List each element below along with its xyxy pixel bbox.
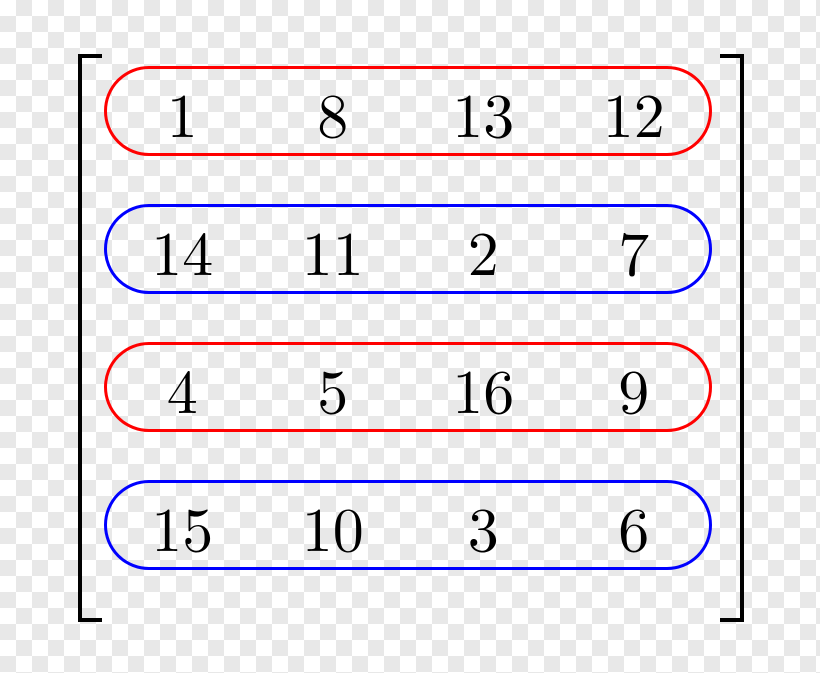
matrix-cell: 2	[408, 218, 559, 280]
matrix-cell: 6	[559, 494, 710, 556]
matrix-cell: 12	[559, 80, 710, 142]
matrix-cell: 14	[107, 218, 258, 280]
matrix-cell: 8	[258, 80, 409, 142]
matrix-cell: 7	[559, 218, 710, 280]
right-bracket	[720, 54, 744, 622]
matrix-cell: 5	[258, 356, 409, 418]
matrix-cell: 16	[408, 356, 559, 418]
left-bracket	[78, 54, 102, 622]
matrix-cell: 13	[408, 80, 559, 142]
matrix-cell: 9	[559, 356, 710, 418]
matrix-cell: 10	[258, 494, 409, 556]
matrix-row-4: 15 10 3 6	[104, 480, 712, 570]
matrix-cell: 4	[107, 356, 258, 418]
matrix-cell: 3	[408, 494, 559, 556]
matrix-cell: 11	[258, 218, 409, 280]
matrix-row-3: 4 5 16 9	[104, 342, 712, 432]
matrix-cell: 1	[107, 80, 258, 142]
matrix-cell: 15	[107, 494, 258, 556]
matrix-row-1: 1 8 13 12	[104, 66, 712, 156]
matrix-diagram: 1 8 13 12 14 11 2 7 4 5 16 9 15 10 3 6	[0, 0, 820, 673]
matrix-row-2: 14 11 2 7	[104, 204, 712, 294]
